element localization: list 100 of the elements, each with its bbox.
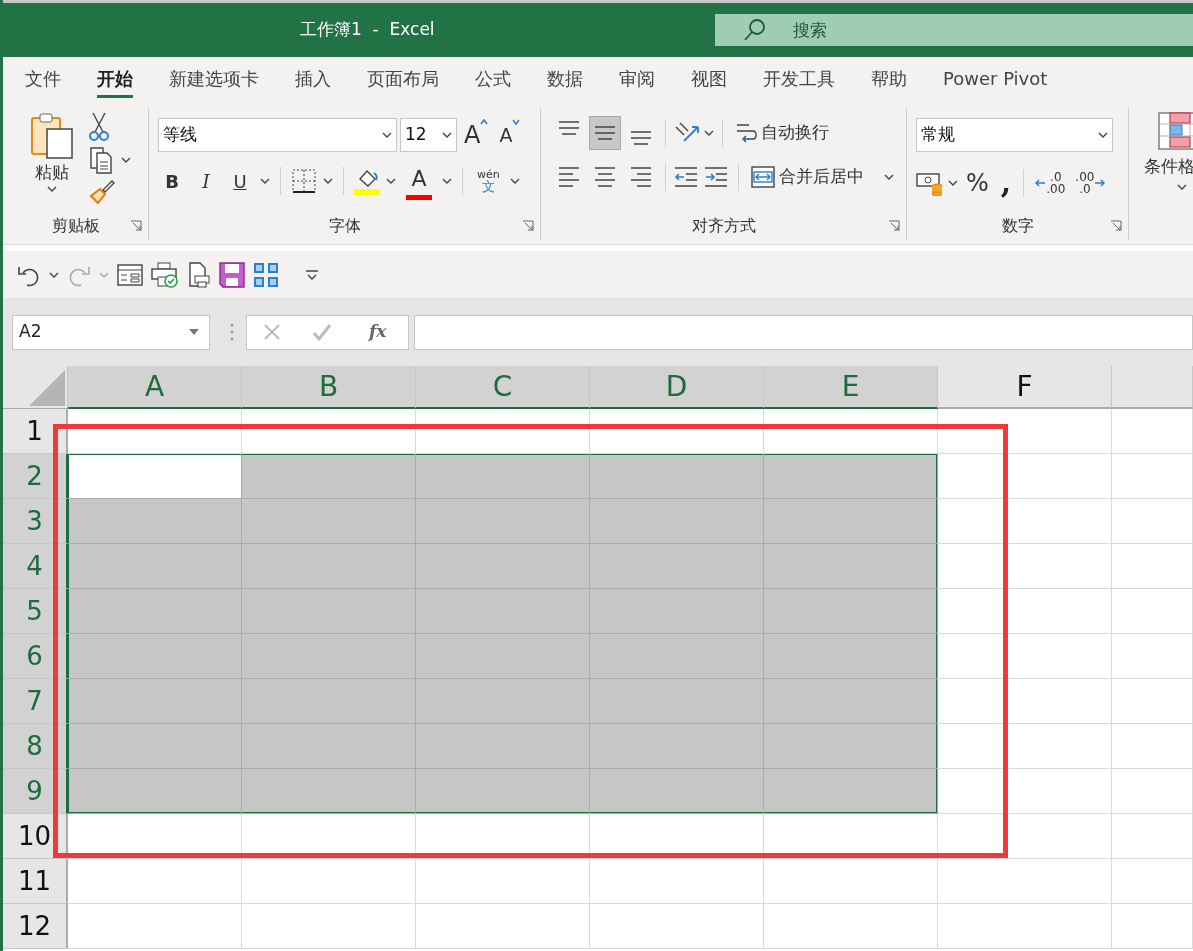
form-icon[interactable] [117, 262, 143, 287]
grid-cell[interactable] [416, 409, 590, 454]
caret-icon[interactable] [442, 132, 452, 138]
scissors-icon[interactable] [89, 112, 109, 142]
grid-cell[interactable] [764, 679, 938, 724]
grid-cell[interactable] [416, 814, 590, 859]
column-header[interactable]: A [68, 366, 242, 409]
ribbon-tab[interactable]: 页面布局 [349, 57, 457, 100]
grid-cell[interactable] [416, 544, 590, 589]
grid-cell[interactable] [68, 499, 242, 544]
grid-cell[interactable] [68, 859, 242, 904]
align-right-icon[interactable] [630, 165, 652, 189]
grid-cell[interactable] [68, 679, 242, 724]
grid-cell[interactable] [590, 544, 764, 589]
increase-indent-icon[interactable] [704, 166, 730, 188]
drag-handle-icon[interactable] [230, 322, 234, 342]
row-header[interactable]: 1 [3, 409, 68, 454]
grid-cell[interactable] [68, 589, 242, 634]
row-header[interactable]: 4 [3, 544, 68, 589]
name-box[interactable]: A2 [12, 314, 210, 350]
wrap-text-button[interactable]: 自动换行 [731, 117, 833, 149]
grid-cell[interactable] [590, 859, 764, 904]
ribbon-tab[interactable]: 开发工具 [745, 57, 853, 100]
caret-icon[interactable] [47, 185, 57, 192]
dropdown-triangle-icon[interactable] [189, 329, 199, 335]
fill-color-icon[interactable] [354, 167, 380, 195]
grid-cell[interactable] [416, 904, 590, 949]
grid-cell[interactable] [938, 544, 1112, 589]
grid-cell[interactable] [938, 499, 1112, 544]
ribbon-tab[interactable]: 帮助 [853, 57, 925, 100]
phonetic-guide-button[interactable]: wén 文 [473, 165, 504, 197]
grid-cell[interactable] [242, 814, 416, 859]
grid-cell[interactable] [1112, 589, 1193, 634]
grid-cell[interactable] [764, 769, 938, 814]
grid-cell[interactable] [938, 589, 1112, 634]
paste-button[interactable]: 粘贴 [25, 112, 79, 192]
caret-icon[interactable] [323, 178, 333, 184]
grid-cell[interactable] [242, 409, 416, 454]
caret-icon[interactable] [121, 157, 131, 163]
row-header[interactable]: 2 [3, 454, 68, 499]
dialog-launcher-icon[interactable] [888, 220, 900, 232]
copy-icon[interactable] [89, 146, 113, 174]
grid-cell[interactable] [764, 904, 938, 949]
caret-icon[interactable] [386, 178, 396, 184]
grid-cell[interactable] [68, 769, 242, 814]
column-header[interactable]: B [242, 366, 416, 409]
grid-cell[interactable] [416, 634, 590, 679]
percent-style-button[interactable]: % [962, 165, 993, 201]
grid-cell[interactable] [68, 634, 242, 679]
ribbon-tab[interactable]: 数据 [529, 57, 601, 100]
grid-cell[interactable] [242, 589, 416, 634]
grid-cell[interactable] [1112, 544, 1193, 589]
grid-cell[interactable] [590, 679, 764, 724]
caret-icon[interactable] [1177, 183, 1187, 190]
grid-cell[interactable] [764, 544, 938, 589]
grid-cell[interactable] [938, 454, 1112, 499]
grid-cell[interactable] [938, 634, 1112, 679]
italic-button[interactable]: I [192, 165, 220, 197]
ribbon-tab[interactable]: 开始 [79, 57, 151, 100]
grid-cell[interactable] [590, 769, 764, 814]
grid-cell[interactable] [68, 544, 242, 589]
ribbon-tab[interactable]: 文件 [7, 57, 79, 100]
grid-cell[interactable] [938, 679, 1112, 724]
shrink-font-button[interactable]: A [495, 119, 525, 151]
caret-icon[interactable] [49, 271, 59, 278]
grid-cell[interactable] [938, 904, 1112, 949]
grid-cell[interactable] [764, 589, 938, 634]
grow-font-button[interactable]: A [460, 119, 493, 151]
dialog-launcher-icon[interactable] [1110, 220, 1122, 232]
formula-input[interactable] [414, 314, 1193, 350]
grid-cell[interactable] [1112, 769, 1193, 814]
grid-cell[interactable] [416, 769, 590, 814]
grid-cell[interactable] [1112, 904, 1193, 949]
grid-cell[interactable] [938, 814, 1112, 859]
grid-cell[interactable] [764, 409, 938, 454]
row-header[interactable]: 8 [3, 724, 68, 769]
grid-cell[interactable] [764, 859, 938, 904]
merge-center-button[interactable]: 合并后居中 [747, 161, 868, 193]
caret-icon[interactable] [509, 178, 520, 184]
align-left-icon[interactable] [558, 165, 580, 189]
grid-cell[interactable] [242, 904, 416, 949]
grid-cell[interactable] [242, 769, 416, 814]
row-header[interactable]: 11 [3, 859, 68, 904]
ribbon-tab[interactable]: 审阅 [601, 57, 673, 100]
grid-cell[interactable] [242, 544, 416, 589]
row-header[interactable]: 12 [3, 904, 68, 949]
grid-cell[interactable] [1112, 499, 1193, 544]
grid-cell[interactable] [1112, 814, 1193, 859]
grid-cell[interactable] [764, 454, 938, 499]
grid-cell[interactable] [416, 589, 590, 634]
grid-cell[interactable] [764, 634, 938, 679]
grid-cell[interactable] [590, 589, 764, 634]
grid-cell[interactable] [416, 679, 590, 724]
grid-cell[interactable] [590, 454, 764, 499]
row-header[interactable]: 5 [3, 589, 68, 634]
caret-icon[interactable] [704, 130, 714, 136]
grid-cell[interactable] [242, 679, 416, 724]
borders-icon[interactable] [291, 168, 317, 194]
grid-cell[interactable] [938, 409, 1112, 454]
ribbon-tab[interactable]: 新建选项卡 [151, 57, 277, 100]
